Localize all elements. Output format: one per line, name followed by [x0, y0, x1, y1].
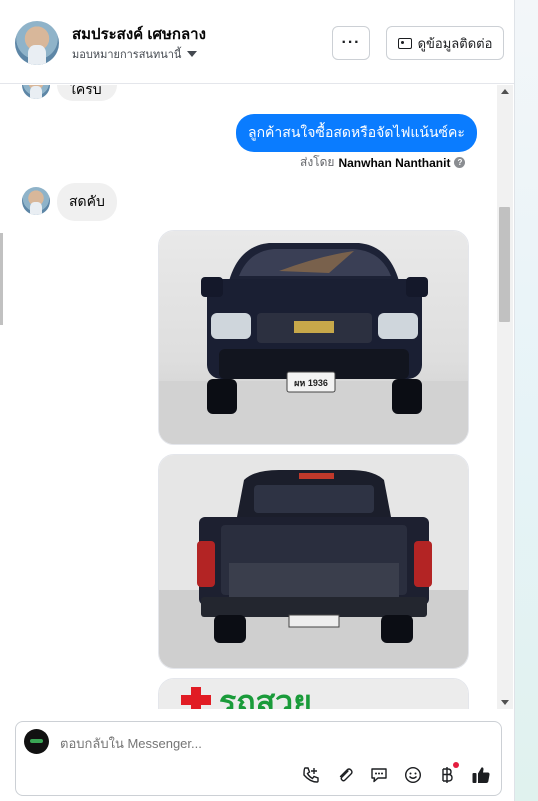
photo-attachment-car-rear[interactable]	[158, 454, 469, 669]
caret-down-icon	[187, 51, 198, 57]
sender-avatar	[22, 85, 50, 99]
smiley-icon[interactable]	[403, 765, 423, 785]
message-bubble-incoming-partial[interactable]: ใครบ	[57, 85, 117, 101]
scroll-up-arrow-icon[interactable]	[501, 89, 509, 94]
plate-text: ผห 1936	[294, 378, 328, 388]
photo-attachment-car-front[interactable]: ผห 1936	[158, 230, 469, 445]
more-icon: ···	[341, 34, 361, 51]
banner-text: รถสวย	[219, 684, 312, 709]
notification-dot	[453, 762, 459, 768]
sent-by-prefix: ส่งโดย	[300, 155, 335, 169]
more-options-button[interactable]: ···	[332, 26, 370, 60]
sent-by-line: ส่งโดย Nanwhan Nanthanit ?	[300, 153, 466, 172]
phone-add-icon[interactable]	[301, 765, 321, 785]
left-scroll-marker	[0, 233, 3, 325]
assign-label: มอบหมายการสนทนานี้	[72, 49, 182, 61]
message-text: ลูกค้าสนใจซื้อสดหรือจัดไฟแน้นซ์คะ	[248, 124, 465, 140]
composer-toolbar	[301, 762, 491, 785]
chat-bubble-icon[interactable]	[369, 765, 389, 785]
message-bubble-outgoing[interactable]: ลูกค้าสนใจซื้อสดหรือจัดไฟแน้นซ์คะ	[236, 114, 477, 152]
message-bubble-incoming[interactable]: สดคับ	[57, 183, 117, 221]
assign-conversation[interactable]: มอบหมายการสนทนานี้	[72, 45, 198, 63]
help-icon[interactable]: ?	[454, 157, 466, 168]
contact-card-icon	[397, 37, 412, 49]
window-edge	[514, 0, 538, 801]
thumbs-up-icon[interactable]	[471, 765, 491, 785]
sender-avatar	[22, 187, 50, 215]
photo-attachment-banner[interactable]: รถสวย	[158, 678, 469, 709]
scroll-down-arrow-icon[interactable]	[501, 700, 509, 705]
contact-avatar[interactable]	[15, 21, 59, 65]
scroll-thumb[interactable]	[499, 207, 510, 322]
message-scrollbar[interactable]	[497, 85, 513, 709]
reply-box[interactable]	[15, 721, 502, 796]
view-contact-button[interactable]: ดูข้อมูลติดต่อ	[386, 26, 504, 60]
view-contact-label: ดูข้อมูลติดต่อ	[417, 35, 493, 51]
reply-composer	[0, 709, 514, 801]
paperclip-icon[interactable]	[335, 765, 355, 785]
reply-input[interactable]	[60, 736, 480, 751]
contact-name[interactable]: สมประสงค์ เศษกลาง	[72, 22, 206, 46]
conversation-header: สมประสงค์ เศษกลาง มอบหมายการสนทนานี้ ···…	[0, 0, 514, 84]
message-text: สดคับ	[69, 193, 105, 209]
sent-by-name: Nanwhan Nanthanit	[338, 155, 451, 170]
message-list[interactable]: ใครบ ลูกค้าสนใจซื้อสดหรือจัดไฟแน้นซ์คะ ส…	[0, 85, 497, 709]
message-text: ใครบ	[69, 85, 102, 97]
baht-icon[interactable]	[437, 762, 459, 785]
page-avatar	[24, 729, 49, 754]
